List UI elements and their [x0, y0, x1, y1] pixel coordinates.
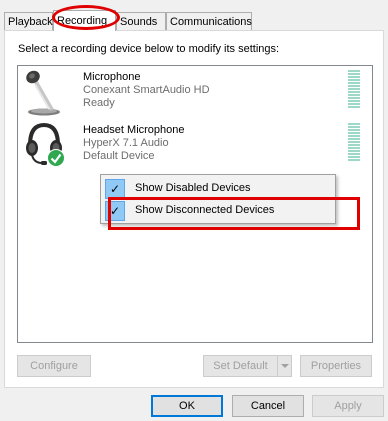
configure-button[interactable]: Configure — [17, 355, 91, 377]
microphone-icon — [22, 68, 66, 116]
device-text-headset: Headset Microphone HyperX 7.1 Audio Defa… — [83, 124, 185, 163]
device-status: Ready — [83, 97, 115, 109]
check-icon: ✓ — [105, 201, 125, 221]
tab-sounds[interactable]: Sounds — [116, 12, 166, 30]
menu-item-label: Show Disconnected Devices — [135, 204, 275, 216]
device-item-microphone[interactable]: Microphone Conexant SmartAudio HD Ready — [18, 68, 372, 118]
apply-button[interactable]: Apply — [312, 395, 384, 417]
check-icon: ✓ — [105, 179, 125, 199]
device-driver: Conexant SmartAudio HD — [83, 84, 210, 96]
default-device-check-icon — [47, 149, 65, 167]
device-name: Headset Microphone — [83, 124, 185, 136]
cancel-button[interactable]: Cancel — [232, 395, 304, 417]
tab-communications[interactable]: Communications — [166, 12, 252, 30]
device-item-headset-microphone[interactable]: Headset Microphone HyperX 7.1 Audio Defa… — [18, 121, 372, 171]
chevron-down-icon[interactable] — [277, 356, 291, 376]
menu-item-show-disabled-devices[interactable]: ✓ Show Disabled Devices — [103, 178, 333, 200]
set-default-split-button[interactable]: Set Default — [203, 355, 292, 377]
device-text-microphone: Microphone Conexant SmartAudio HD Ready — [83, 71, 210, 110]
device-name: Microphone — [83, 71, 141, 83]
properties-button[interactable]: Properties — [300, 355, 372, 377]
instructions-text: Select a recording device below to modif… — [18, 43, 280, 55]
tab-recording[interactable]: Recording — [53, 10, 116, 31]
ok-button[interactable]: OK — [151, 395, 223, 417]
device-status: Default Device — [83, 150, 155, 162]
level-meter — [348, 123, 360, 162]
level-meter — [348, 70, 360, 109]
tab-playback[interactable]: Playback — [4, 12, 53, 30]
device-driver: HyperX 7.1 Audio — [83, 137, 169, 149]
menu-item-label: Show Disabled Devices — [135, 182, 251, 194]
set-default-label: Set Default — [213, 360, 268, 372]
headset-icon — [22, 121, 66, 169]
menu-item-show-disconnected-devices[interactable]: ✓ Show Disconnected Devices — [103, 200, 333, 222]
context-menu: ✓ Show Disabled Devices ✓ Show Disconnec… — [100, 174, 336, 224]
